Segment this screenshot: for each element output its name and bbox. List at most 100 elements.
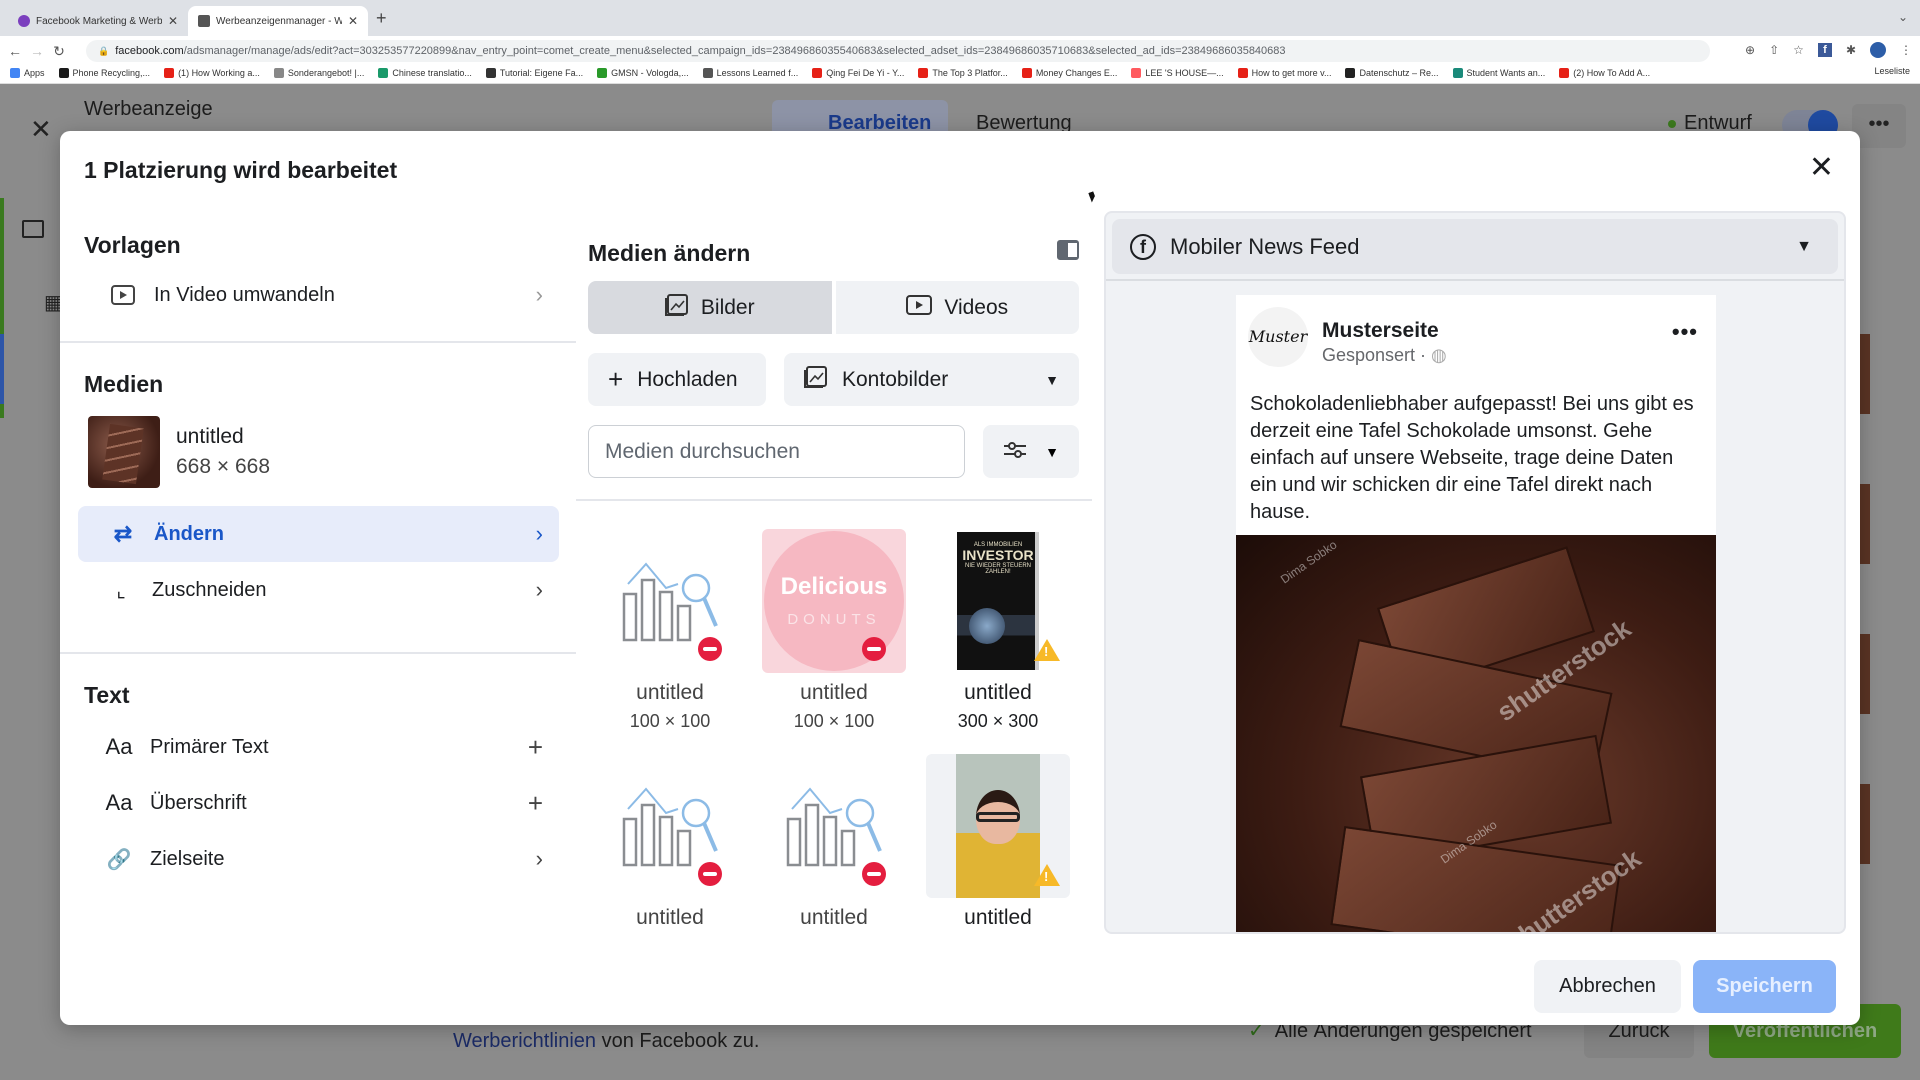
reload-icon[interactable]: ↻ [48,43,70,60]
media-name: untitled [636,681,704,704]
back-arrow-icon[interactable]: ← [4,43,26,59]
error-badge-icon [698,637,722,661]
bookmark-item[interactable]: Datenschutz – Re... [1345,67,1439,78]
collapse-panel-icon[interactable] [1057,240,1079,260]
swap-arrows-icon: ⇄ [113,521,133,546]
account-images-dropdown[interactable]: Kontobilder ▼ [784,353,1079,406]
text-format-icon: Aa [105,790,133,815]
close-icon[interactable]: ✕ [30,114,52,145]
plus-icon[interactable]: + [528,732,543,763]
chevron-right-icon: › [535,282,543,307]
bookmark-item[interactable]: GMSN - Vologda,... [597,67,689,78]
profile-avatar[interactable] [1870,42,1886,58]
media-thumbnail [762,754,906,898]
edit-placement-dialog: 1 Platzierung wird bearbeitet ✕ Vorlagen… [60,131,1860,1025]
media-search-input[interactable] [588,425,965,478]
bookmark-item[interactable]: Lessons Learned f... [702,67,798,78]
media-grid-item[interactable]: Delicious DONUTS untitled 100 × 100 [752,529,916,732]
media-grid-item[interactable]: untitled [916,754,1080,930]
error-badge-icon [698,862,722,886]
more-options-icon[interactable]: ••• [1672,319,1698,345]
change-media-item[interactable]: ⇄ Ändern › [78,506,559,562]
url-field[interactable]: 🔒 facebook.com/adsmanager/manage/ads/edi… [86,40,1710,62]
bookmark-favicon-icon [10,67,20,78]
tab-search-chevron-icon[interactable]: ⌄ [1898,10,1908,24]
ad-policies-link[interactable]: Werberichtlinien [453,1030,596,1052]
forward-arrow-icon[interactable]: → [26,43,48,59]
bookmark-item[interactable]: Chinese translatio... [378,67,472,78]
upload-button[interactable]: + Hochladen [588,353,766,406]
bookmark-item[interactable]: Qing Fei De Yi - Y... [812,67,905,78]
headline-item[interactable]: Aa Überschrift + [78,775,559,831]
extensions-puzzle-icon[interactable]: ✱ [1846,43,1856,57]
zoom-icon[interactable]: ⊕ [1745,43,1755,57]
image-text: Delicious [780,573,888,600]
reading-list-button[interactable]: Leseliste [1874,66,1910,76]
bookmark-item[interactable]: Phone Recycling,... [58,67,151,78]
placement-label: Mobiler News Feed [1170,233,1360,259]
media-name: untitled [800,681,868,704]
watermark-credit: Dima Sobko [1277,537,1340,587]
bookmark-item[interactable]: Student Wants an... [1452,67,1546,78]
facebook-extension-icon[interactable]: f [1817,43,1832,57]
more-options-button[interactable]: ••• [1852,104,1906,148]
new-tab-button[interactable]: + [376,8,387,29]
browser-tab-active[interactable]: Werbeanzeigenmanager - Wer ✕ [188,6,368,36]
text-heading: Text [84,682,130,708]
bookmark-label: GMSN - Vologda,... [611,67,689,78]
bookmark-item[interactable]: LEE 'S HOUSE—... [1131,67,1224,78]
media-grid-item[interactable]: untitled 100 × 100 [588,529,752,732]
change-media-label: Ändern [154,522,224,545]
bookmark-item[interactable]: The Top 3 Platfor... [918,67,1008,78]
bookmark-label: Phone Recycling,... [72,67,151,78]
primary-text-item[interactable]: Aa Primärer Text + [78,719,559,775]
bookmark-label: Student Wants an... [1466,67,1546,78]
warning-badge-icon [1034,864,1060,886]
media-name: untitled [176,425,244,448]
bookmark-item[interactable]: Money Changes E... [1021,67,1117,78]
browser-menu-icon[interactable]: ⋮ [1900,43,1912,57]
current-media: untitled 668 × 668 [60,408,576,496]
landing-page-item[interactable]: 🔗 Zielseite › [78,831,559,887]
close-tab-icon[interactable]: ✕ [168,14,178,28]
post-image: shutterstock shutterstock Dima Sobko Dim… [1236,535,1716,932]
media-heading: Medien [84,371,164,397]
browser-tab[interactable]: Facebook Marketing & Werbea ✕ [8,6,188,36]
placement-dropdown[interactable]: f Mobiler News Feed ▼ [1112,219,1838,274]
share-icon[interactable]: ⇧ [1769,43,1779,57]
text-format-icon: Aa [105,734,133,759]
search-row: ▼ [588,425,1079,478]
cancel-button[interactable]: Abbrechen [1534,960,1681,1013]
media-grid-item[interactable]: ALS IMMOBILIEN INVESTOR NIE WIEDER STEUERN… [916,529,1080,732]
chevron-right-icon: › [535,577,543,602]
crop-item[interactable]: ⌞ Zuschneiden › [78,562,559,618]
filter-dropdown[interactable]: ▼ [983,425,1079,478]
bookmark-item[interactable]: (1) How Working a... [164,67,260,78]
bookmark-star-icon[interactable]: ☆ [1793,43,1804,57]
plus-icon[interactable]: + [528,788,543,819]
post-text: Schokoladenliebhaber aufgepasst! Bei uns… [1250,393,1694,523]
section-divider [576,499,1092,501]
video-play-icon [906,294,933,321]
folder-icon[interactable] [22,220,44,238]
media-name: untitled [636,906,704,929]
bookmark-item[interactable]: Sonderangebot! |... [273,67,365,78]
convert-to-video-item[interactable]: In Video umwandeln › [78,267,559,323]
dialog-footer: Abbrechen Speichern [1534,960,1836,1013]
media-grid-item[interactable]: untitled [588,754,752,930]
bookmark-item[interactable]: Tutorial: Eigene Fa... [485,67,583,78]
bookmark-label: Qing Fei De Yi - Y... [826,67,905,78]
bookmark-favicon-icon [1345,67,1356,78]
bookmark-label: Sonderangebot! |... [287,67,365,78]
bookmark-item[interactable]: Apps [10,67,45,78]
tab-favicon-icon [198,15,210,27]
close-dialog-icon[interactable]: ✕ [1809,153,1834,183]
tab-images[interactable]: Bilder [588,281,832,334]
tab-videos[interactable]: Videos [835,281,1079,334]
bookmark-item[interactable]: How to get more v... [1237,67,1331,78]
account-images-label: Kontobilder [842,367,949,391]
bookmark-item[interactable]: (2) How To Add A... [1559,67,1650,78]
close-tab-icon[interactable]: ✕ [348,14,358,28]
save-button[interactable]: Speichern [1693,960,1836,1013]
media-grid-item[interactable]: untitled [752,754,916,930]
